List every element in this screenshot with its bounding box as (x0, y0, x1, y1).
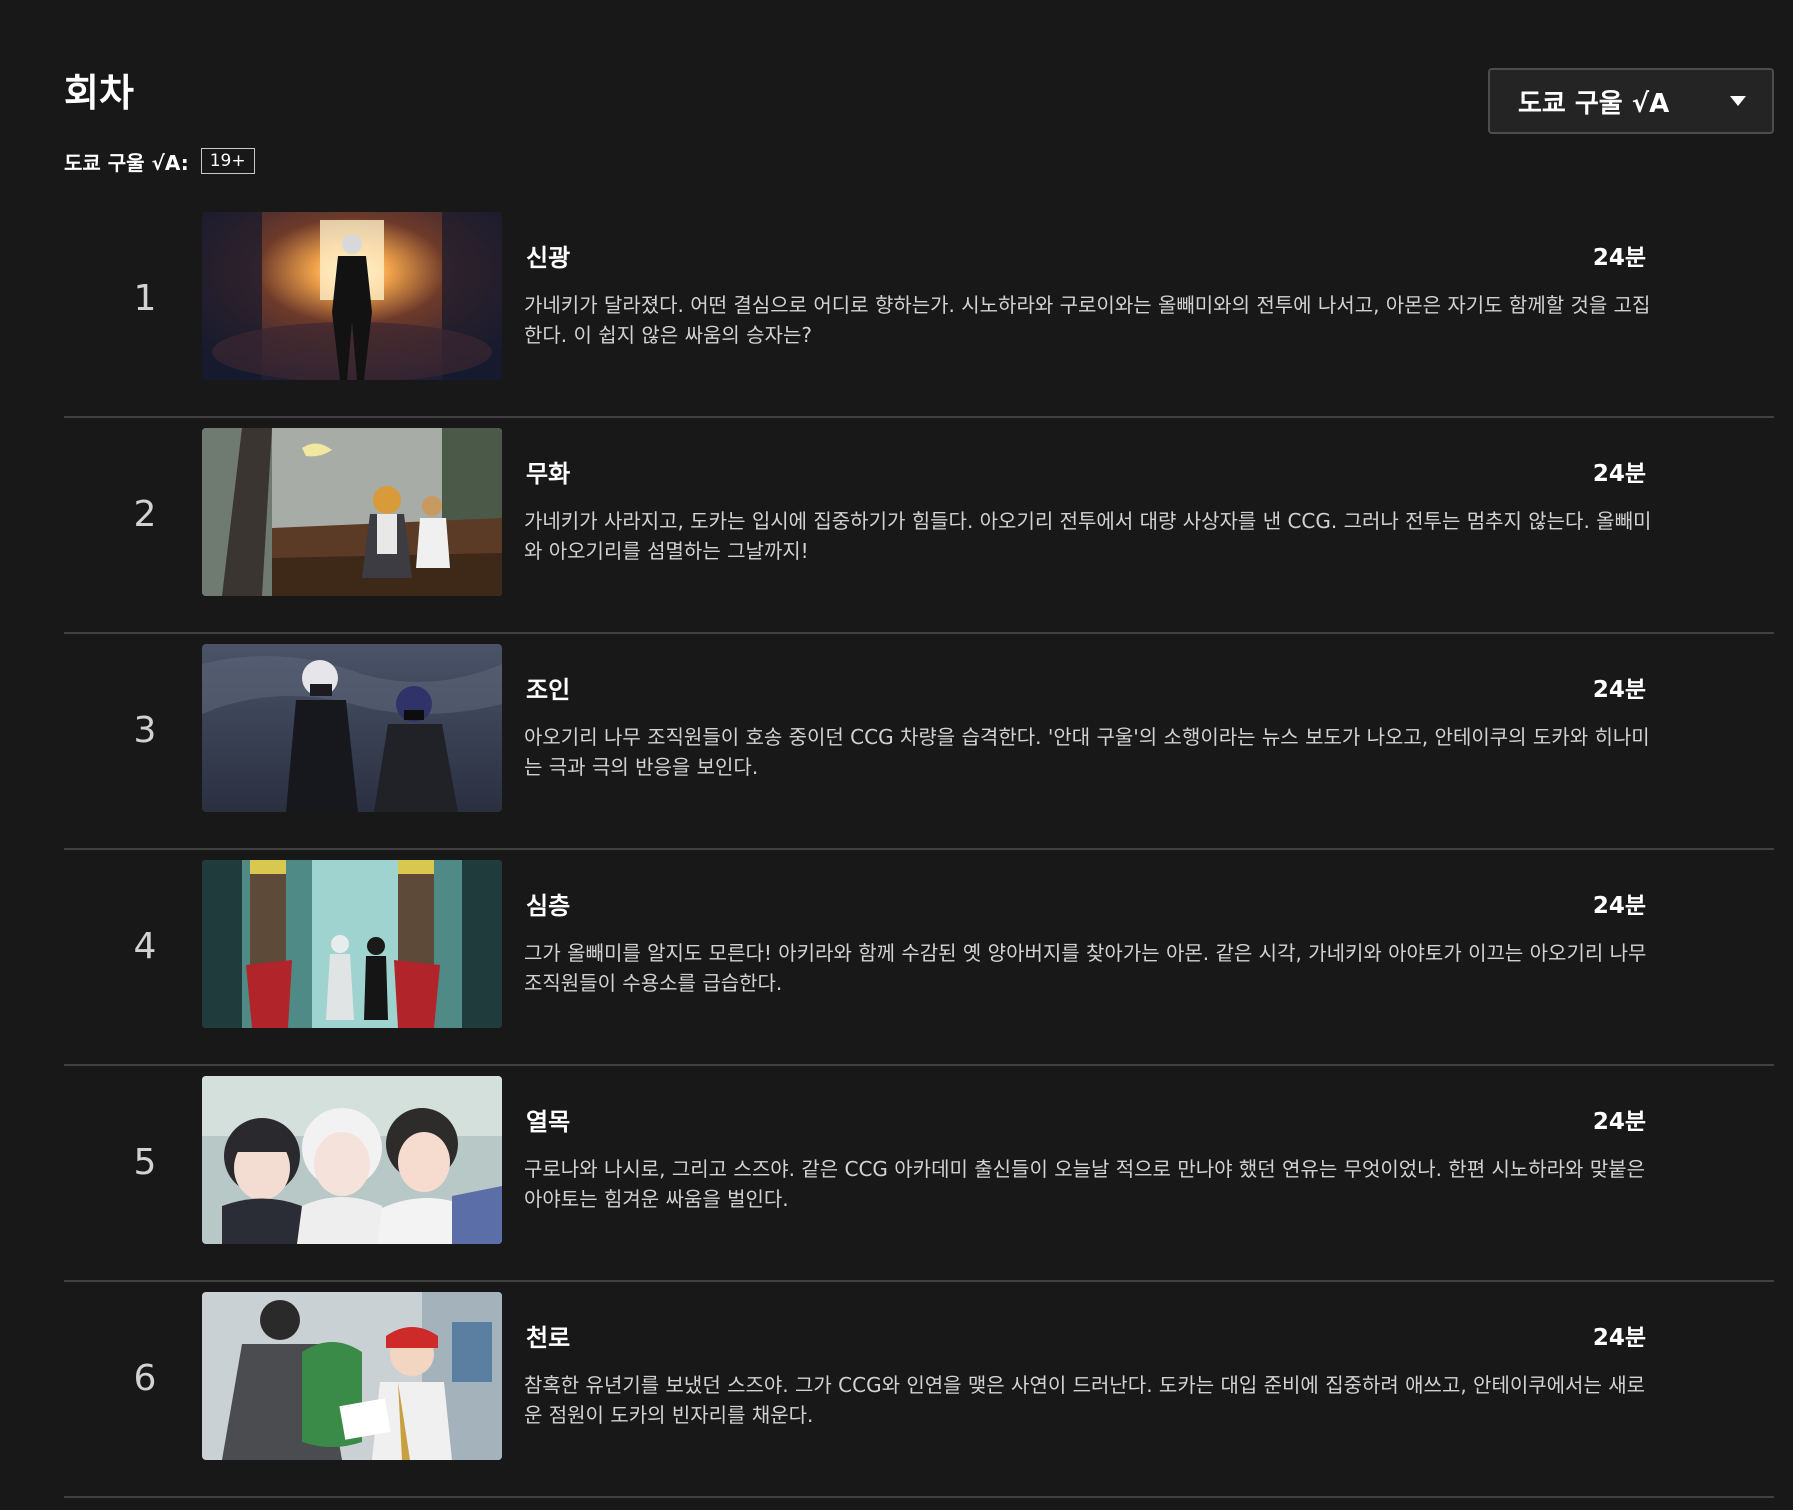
episode-thumbnail[interactable] (202, 428, 502, 596)
episode-duration: 24분 (1592, 245, 1646, 271)
episode-duration: 24분 (1592, 893, 1646, 919)
season-dropdown-label: 도쿄 구울 √A (1518, 88, 1670, 119)
episode-thumbnail[interactable] (202, 644, 502, 812)
episode-item-4[interactable]: 4 심층 24분 그가 올빼미를 알지도 모른다! 아키라와 함께 수감된 옛 … (64, 850, 1774, 1066)
episode-duration: 24분 (1592, 1109, 1646, 1135)
episode-duration: 24분 (1592, 461, 1646, 487)
episode-item-6[interactable]: 6 천로 24분 참혹한 유년기를 보냈던 스즈야. 그가 CCG와 인연을 맺… (64, 1282, 1774, 1498)
episode-item-3[interactable]: 3 조인 24분 아오기리 나무 조직원들이 호송 중이던 CCG 차량을 습격… (64, 634, 1774, 850)
episode-title: 천로 (526, 1324, 571, 1352)
episode-item-5[interactable]: 5 열목 24분 구로나와 나시로, 그리고 스즈야. 같은 CCG 아카데미 … (64, 1066, 1774, 1282)
page-title: 회차 (64, 71, 134, 115)
episode-duration: 24분 (1592, 677, 1646, 703)
maturity-rating-badge: 19+ (200, 148, 255, 174)
show-info: 도쿄 구울 √A: 19+ (64, 146, 255, 176)
episode-title: 열목 (526, 1108, 571, 1136)
episodes-header: 회차 도쿄 구울 √A (64, 68, 1774, 178)
caret-down-icon (1730, 96, 1746, 106)
episode-thumbnail[interactable] (202, 1076, 502, 1244)
episode-thumbnail[interactable] (202, 860, 502, 1028)
episode-title: 무화 (526, 460, 571, 488)
episode-synopsis: 아오기리 나무 조직원들이 호송 중이던 CCG 차량을 습격한다. '안대 구… (524, 725, 1650, 779)
episode-thumbnail[interactable] (202, 1292, 502, 1460)
episode-synopsis: 가네키가 달라졌다. 어떤 결심으로 어디로 향하는가. 시노하라와 구로이와는… (524, 293, 1651, 347)
episode-title: 조인 (526, 676, 571, 704)
episode-item-2[interactable]: 2 무화 24분 가네키가 사라지고, 도카는 입시에 집중하기가 힘들다. 아… (64, 418, 1774, 634)
episode-thumbnail[interactable] (202, 212, 502, 380)
episode-synopsis: 참혹한 유년기를 보냈던 스즈야. 그가 CCG와 인연을 맺은 사연이 드러난… (524, 1373, 1646, 1427)
episode-title: 심층 (526, 892, 571, 920)
episode-synopsis: 구로나와 나시로, 그리고 스즈야. 같은 CCG 아카데미 출신들이 오늘날 … (524, 1157, 1646, 1211)
episode-title: 신광 (526, 244, 571, 272)
episode-synopsis: 그가 올빼미를 알지도 모른다! 아키라와 함께 수감된 옛 양아버지를 찾아가… (524, 941, 1647, 995)
episode-list: 1 신광 24분 가네키가 달라졌다. 어떤 결심으로 어디로 향하는가. 시노… (64, 202, 1774, 1498)
season-dropdown[interactable]: 도쿄 구울 √A (1488, 68, 1774, 134)
episode-duration: 24분 (1592, 1325, 1646, 1351)
show-name-label: 도쿄 구울 √A: (64, 150, 189, 175)
episode-item-1[interactable]: 1 신광 24분 가네키가 달라졌다. 어떤 결심으로 어디로 향하는가. 시노… (64, 202, 1774, 418)
episode-synopsis: 가네키가 사라지고, 도카는 입시에 집중하기가 힘들다. 아오기리 전투에서 … (524, 509, 1652, 563)
